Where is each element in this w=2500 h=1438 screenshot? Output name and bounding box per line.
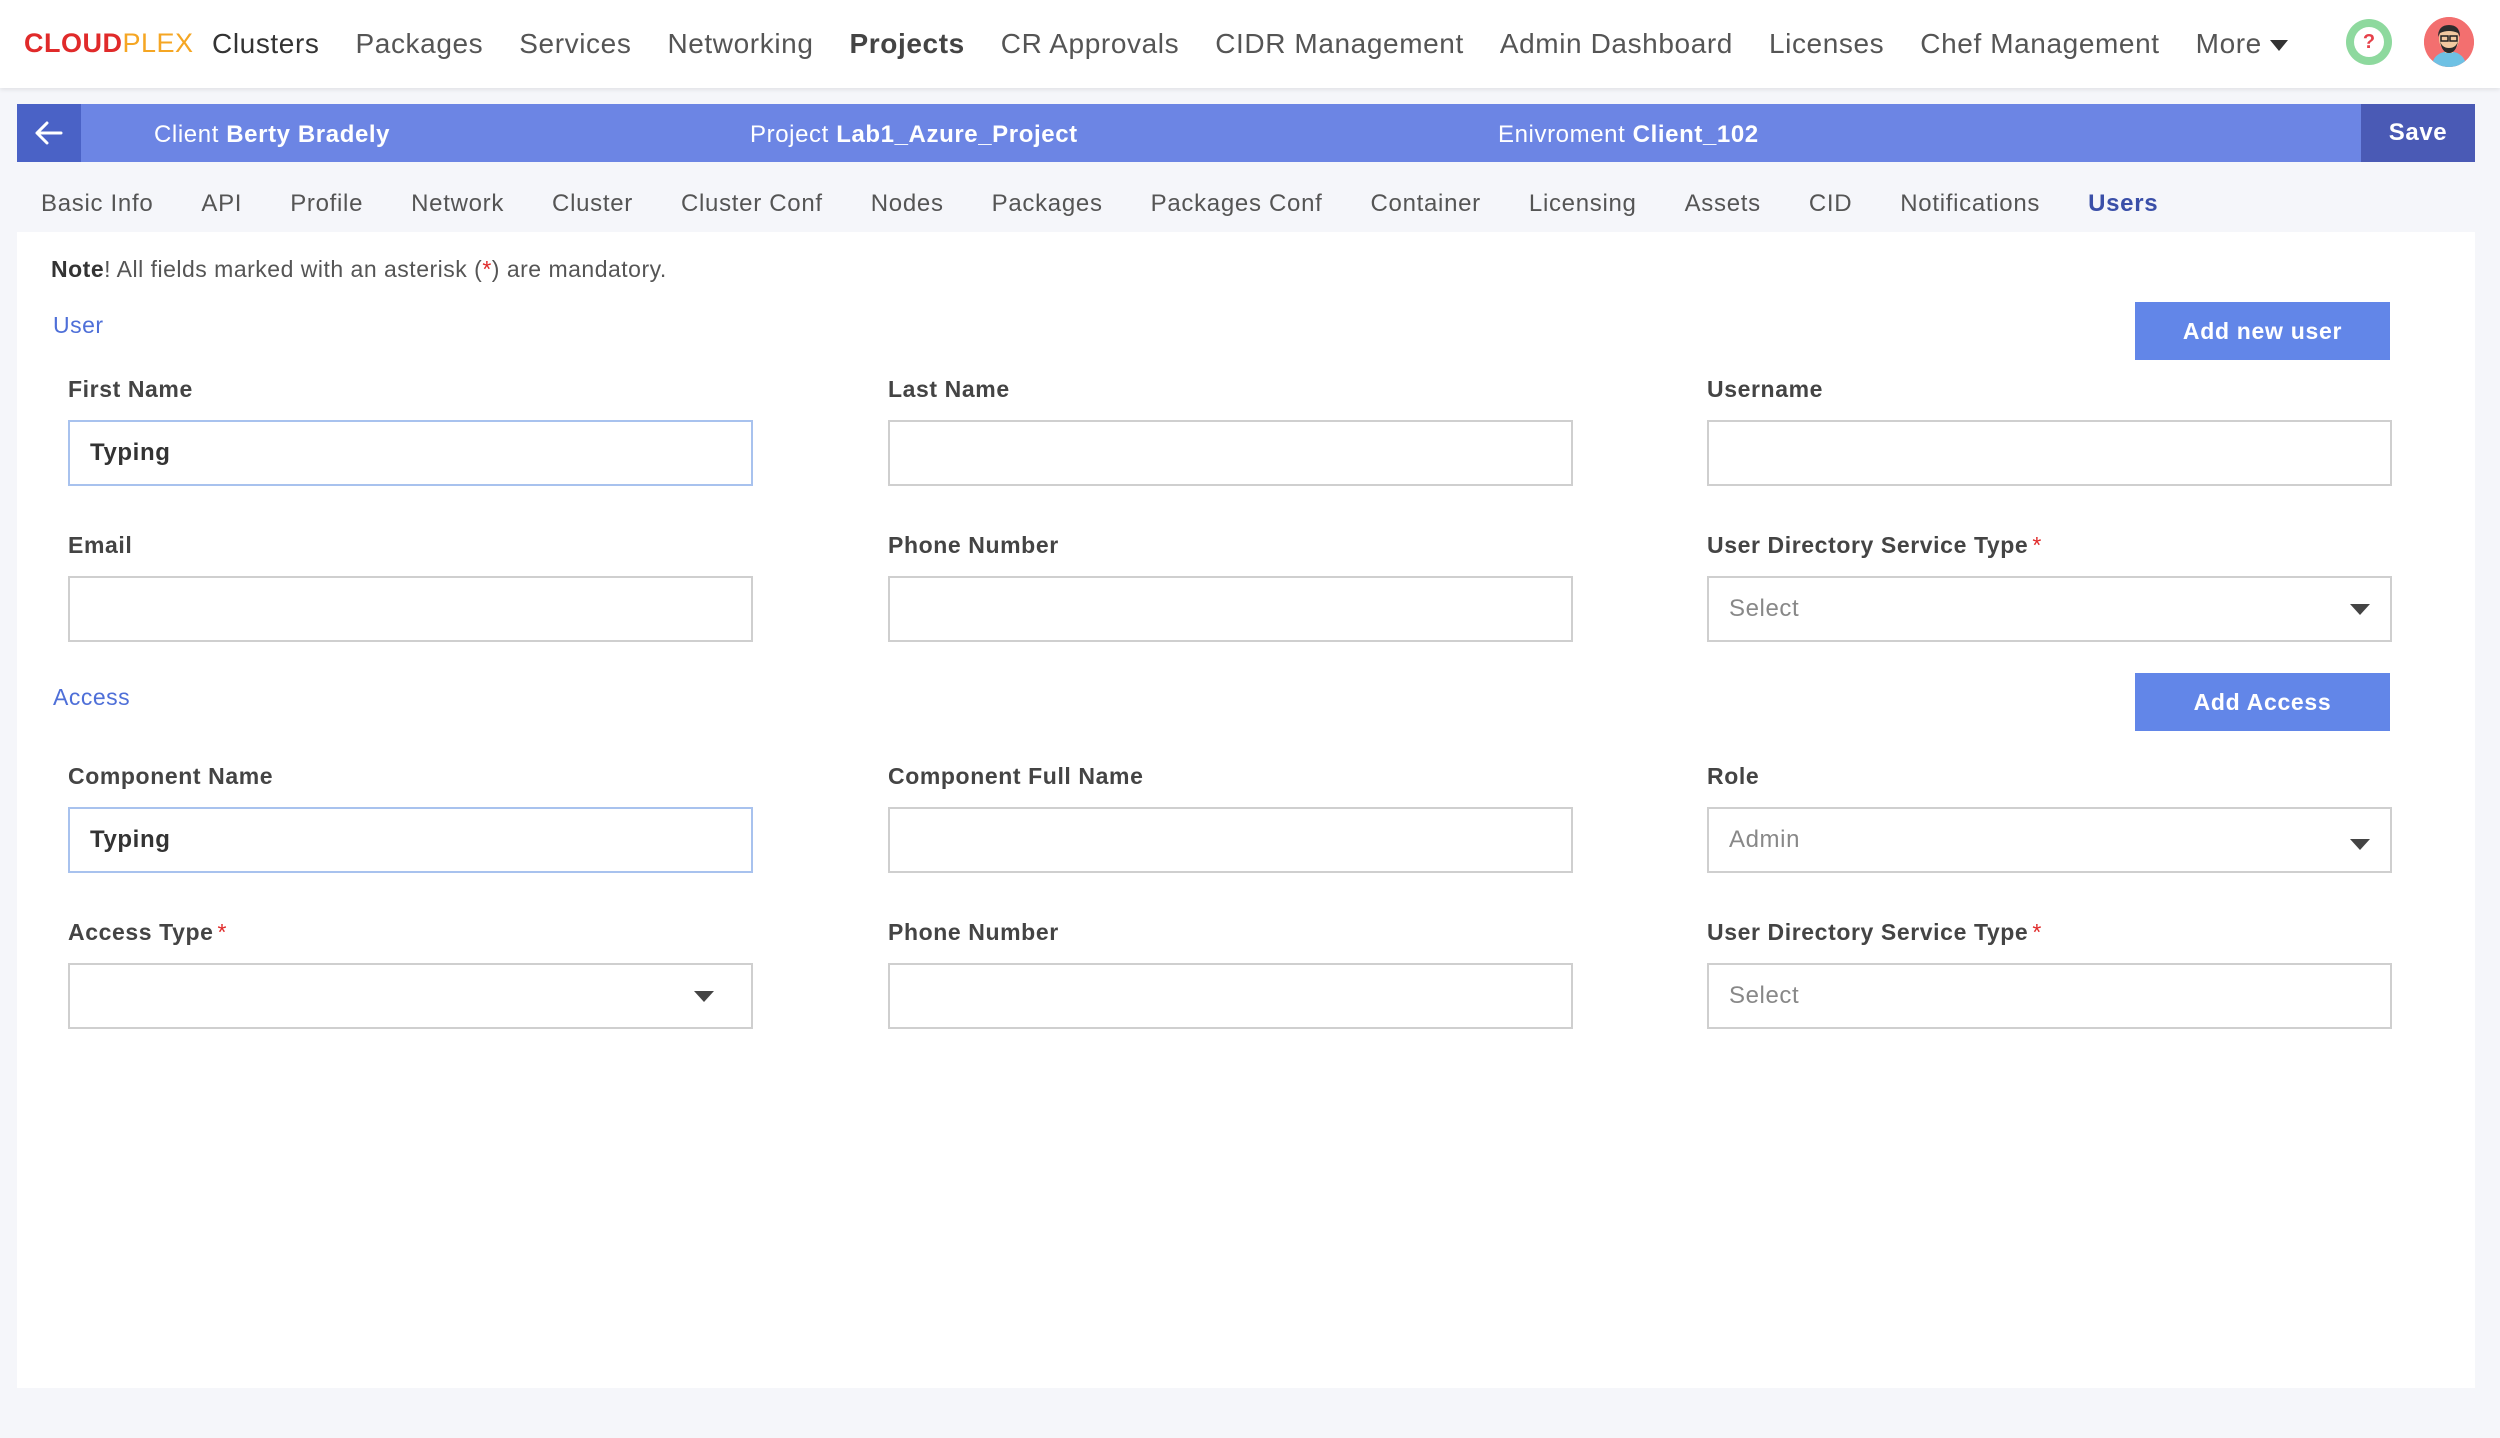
project-label: Project (750, 121, 829, 148)
nav-chef-management[interactable]: Chef Management (1920, 28, 2159, 60)
user-directory-service-type-select[interactable]: Select (1707, 576, 2392, 642)
access-section-title: Access (53, 684, 131, 710)
caret-down-icon (694, 991, 714, 1002)
nav-more-label: More (2195, 28, 2262, 59)
help-icon-glyph: ? (2354, 27, 2384, 57)
project-info: Project Lab1_Azure_Project (750, 121, 1078, 149)
tab-api[interactable]: API (201, 174, 242, 236)
user-avatar[interactable] (2424, 17, 2474, 67)
environment-info: Enivroment Client_102 (1498, 121, 1759, 149)
tab-licensing[interactable]: Licensing (1529, 174, 1637, 236)
tab-packages[interactable]: Packages (992, 174, 1103, 236)
mandatory-note: Note! All fields marked with an asterisk… (51, 256, 667, 283)
client-info: Client Berty Bradely (154, 121, 390, 149)
tab-basic-info[interactable]: Basic Info (41, 174, 153, 236)
save-button[interactable]: Save (2361, 104, 2475, 162)
tab-packages-conf[interactable]: Packages Conf (1151, 174, 1323, 236)
help-icon[interactable]: ? (2346, 19, 2392, 65)
nav-projects[interactable]: Projects (850, 28, 965, 60)
access-uds-type-label-text: User Directory Service Type (1707, 919, 2029, 945)
tab-notifications[interactable]: Notifications (1900, 174, 2040, 236)
access-user-directory-service-type-label: User Directory Service Type * (1707, 919, 2042, 946)
role-selected-value: Admin (1729, 826, 1801, 853)
nav-packages[interactable]: Packages (356, 28, 484, 60)
project-tabs: Basic Info API Profile Network Cluster C… (17, 174, 2171, 236)
nav-more[interactable]: More (2196, 28, 2288, 60)
environment-value: Client_102 (1632, 121, 1759, 148)
caret-down-icon (2269, 40, 2288, 52)
user-section-title: User (53, 312, 104, 338)
top-navbar: CLOUDPLEX Clusters Packages Services Net… (0, 0, 2500, 88)
phone-number-label: Phone Number (888, 532, 1059, 558)
project-header-bar: Client Berty Bradely Project Lab1_Azure_… (17, 104, 2475, 162)
note-bold: Note (51, 256, 105, 282)
note-text-before: ! All fields marked with an asterisk ( (104, 256, 483, 282)
cloudplex-logo[interactable]: CLOUDPLEX (24, 28, 194, 59)
required-asterisk: * (2032, 919, 2042, 945)
username-input[interactable] (1707, 420, 2392, 486)
note-asterisk: * (482, 256, 492, 282)
required-asterisk: * (2032, 532, 2042, 558)
environment-label: Enivroment (1498, 121, 1626, 148)
tab-assets[interactable]: Assets (1685, 174, 1761, 236)
avatar-icon (2424, 17, 2474, 67)
required-asterisk: * (217, 919, 228, 945)
main-nav: Clusters Packages Services Networking Pr… (212, 0, 2324, 88)
nav-cidr-management[interactable]: CIDR Management (1215, 28, 1464, 60)
tab-cid[interactable]: CID (1809, 174, 1852, 236)
access-user-directory-service-type-select[interactable]: Select (1707, 963, 2392, 1029)
project-value: Lab1_Azure_Project (836, 121, 1078, 148)
access-phone-number-label: Phone Number (888, 919, 1059, 945)
access-uds-type-selected-value: Select (1729, 982, 1800, 1009)
tab-cluster-conf[interactable]: Cluster Conf (681, 174, 823, 236)
nav-licenses[interactable]: Licenses (1769, 28, 1884, 60)
tab-container[interactable]: Container (1371, 174, 1481, 236)
tab-nodes[interactable]: Nodes (871, 174, 944, 236)
component-full-name-label: Component Full Name (888, 763, 1144, 789)
access-type-label: Access Type * (68, 919, 227, 946)
access-phone-number-input[interactable] (888, 963, 1573, 1029)
component-name-label: Component Name (68, 763, 274, 789)
logo-text-plex: PLEX (122, 28, 194, 58)
nav-admin-dashboard[interactable]: Admin Dashboard (1500, 28, 1733, 60)
last-name-input[interactable] (888, 420, 1573, 486)
arrow-left-icon (35, 121, 63, 145)
first-name-label: First Name (68, 376, 193, 402)
logo-text-cloud: CLOUD (24, 28, 123, 58)
username-label: Username (1707, 376, 1824, 402)
first-name-input[interactable]: Typing (68, 420, 753, 486)
nav-cr-approvals[interactable]: CR Approvals (1001, 28, 1179, 60)
nav-networking[interactable]: Networking (667, 28, 813, 60)
caret-down-icon (2350, 604, 2370, 615)
tab-profile[interactable]: Profile (290, 174, 363, 236)
uds-type-label-text: User Directory Service Type (1707, 532, 2029, 558)
user-directory-service-type-label: User Directory Service Type * (1707, 532, 2042, 559)
note-text-after: ) are mandatory. (491, 256, 667, 282)
email-label: Email (68, 532, 133, 558)
tab-cluster[interactable]: Cluster (552, 174, 633, 236)
component-full-name-input[interactable] (888, 807, 1573, 873)
add-access-button[interactable]: Add Access (2135, 673, 2390, 731)
role-label: Role (1707, 763, 1760, 789)
access-type-label-text: Access Type (68, 919, 214, 945)
tab-users[interactable]: Users (2076, 174, 2171, 236)
nav-clusters[interactable]: Clusters (212, 28, 320, 60)
client-value: Berty Bradely (226, 121, 391, 148)
access-type-select[interactable] (68, 963, 753, 1029)
component-name-input[interactable]: Typing (68, 807, 753, 873)
users-form-panel: Note! All fields marked with an asterisk… (17, 232, 2475, 1388)
client-label: Client (154, 121, 219, 148)
role-select[interactable]: Admin (1707, 807, 2392, 873)
add-new-user-button[interactable]: Add new user (2135, 302, 2390, 360)
back-button[interactable] (17, 104, 81, 162)
last-name-label: Last Name (888, 376, 1010, 402)
tab-network[interactable]: Network (411, 174, 504, 236)
caret-down-icon (2350, 839, 2370, 850)
email-input[interactable] (68, 576, 753, 642)
uds-type-selected-value: Select (1729, 595, 1800, 622)
nav-services[interactable]: Services (519, 28, 631, 60)
phone-number-input[interactable] (888, 576, 1573, 642)
